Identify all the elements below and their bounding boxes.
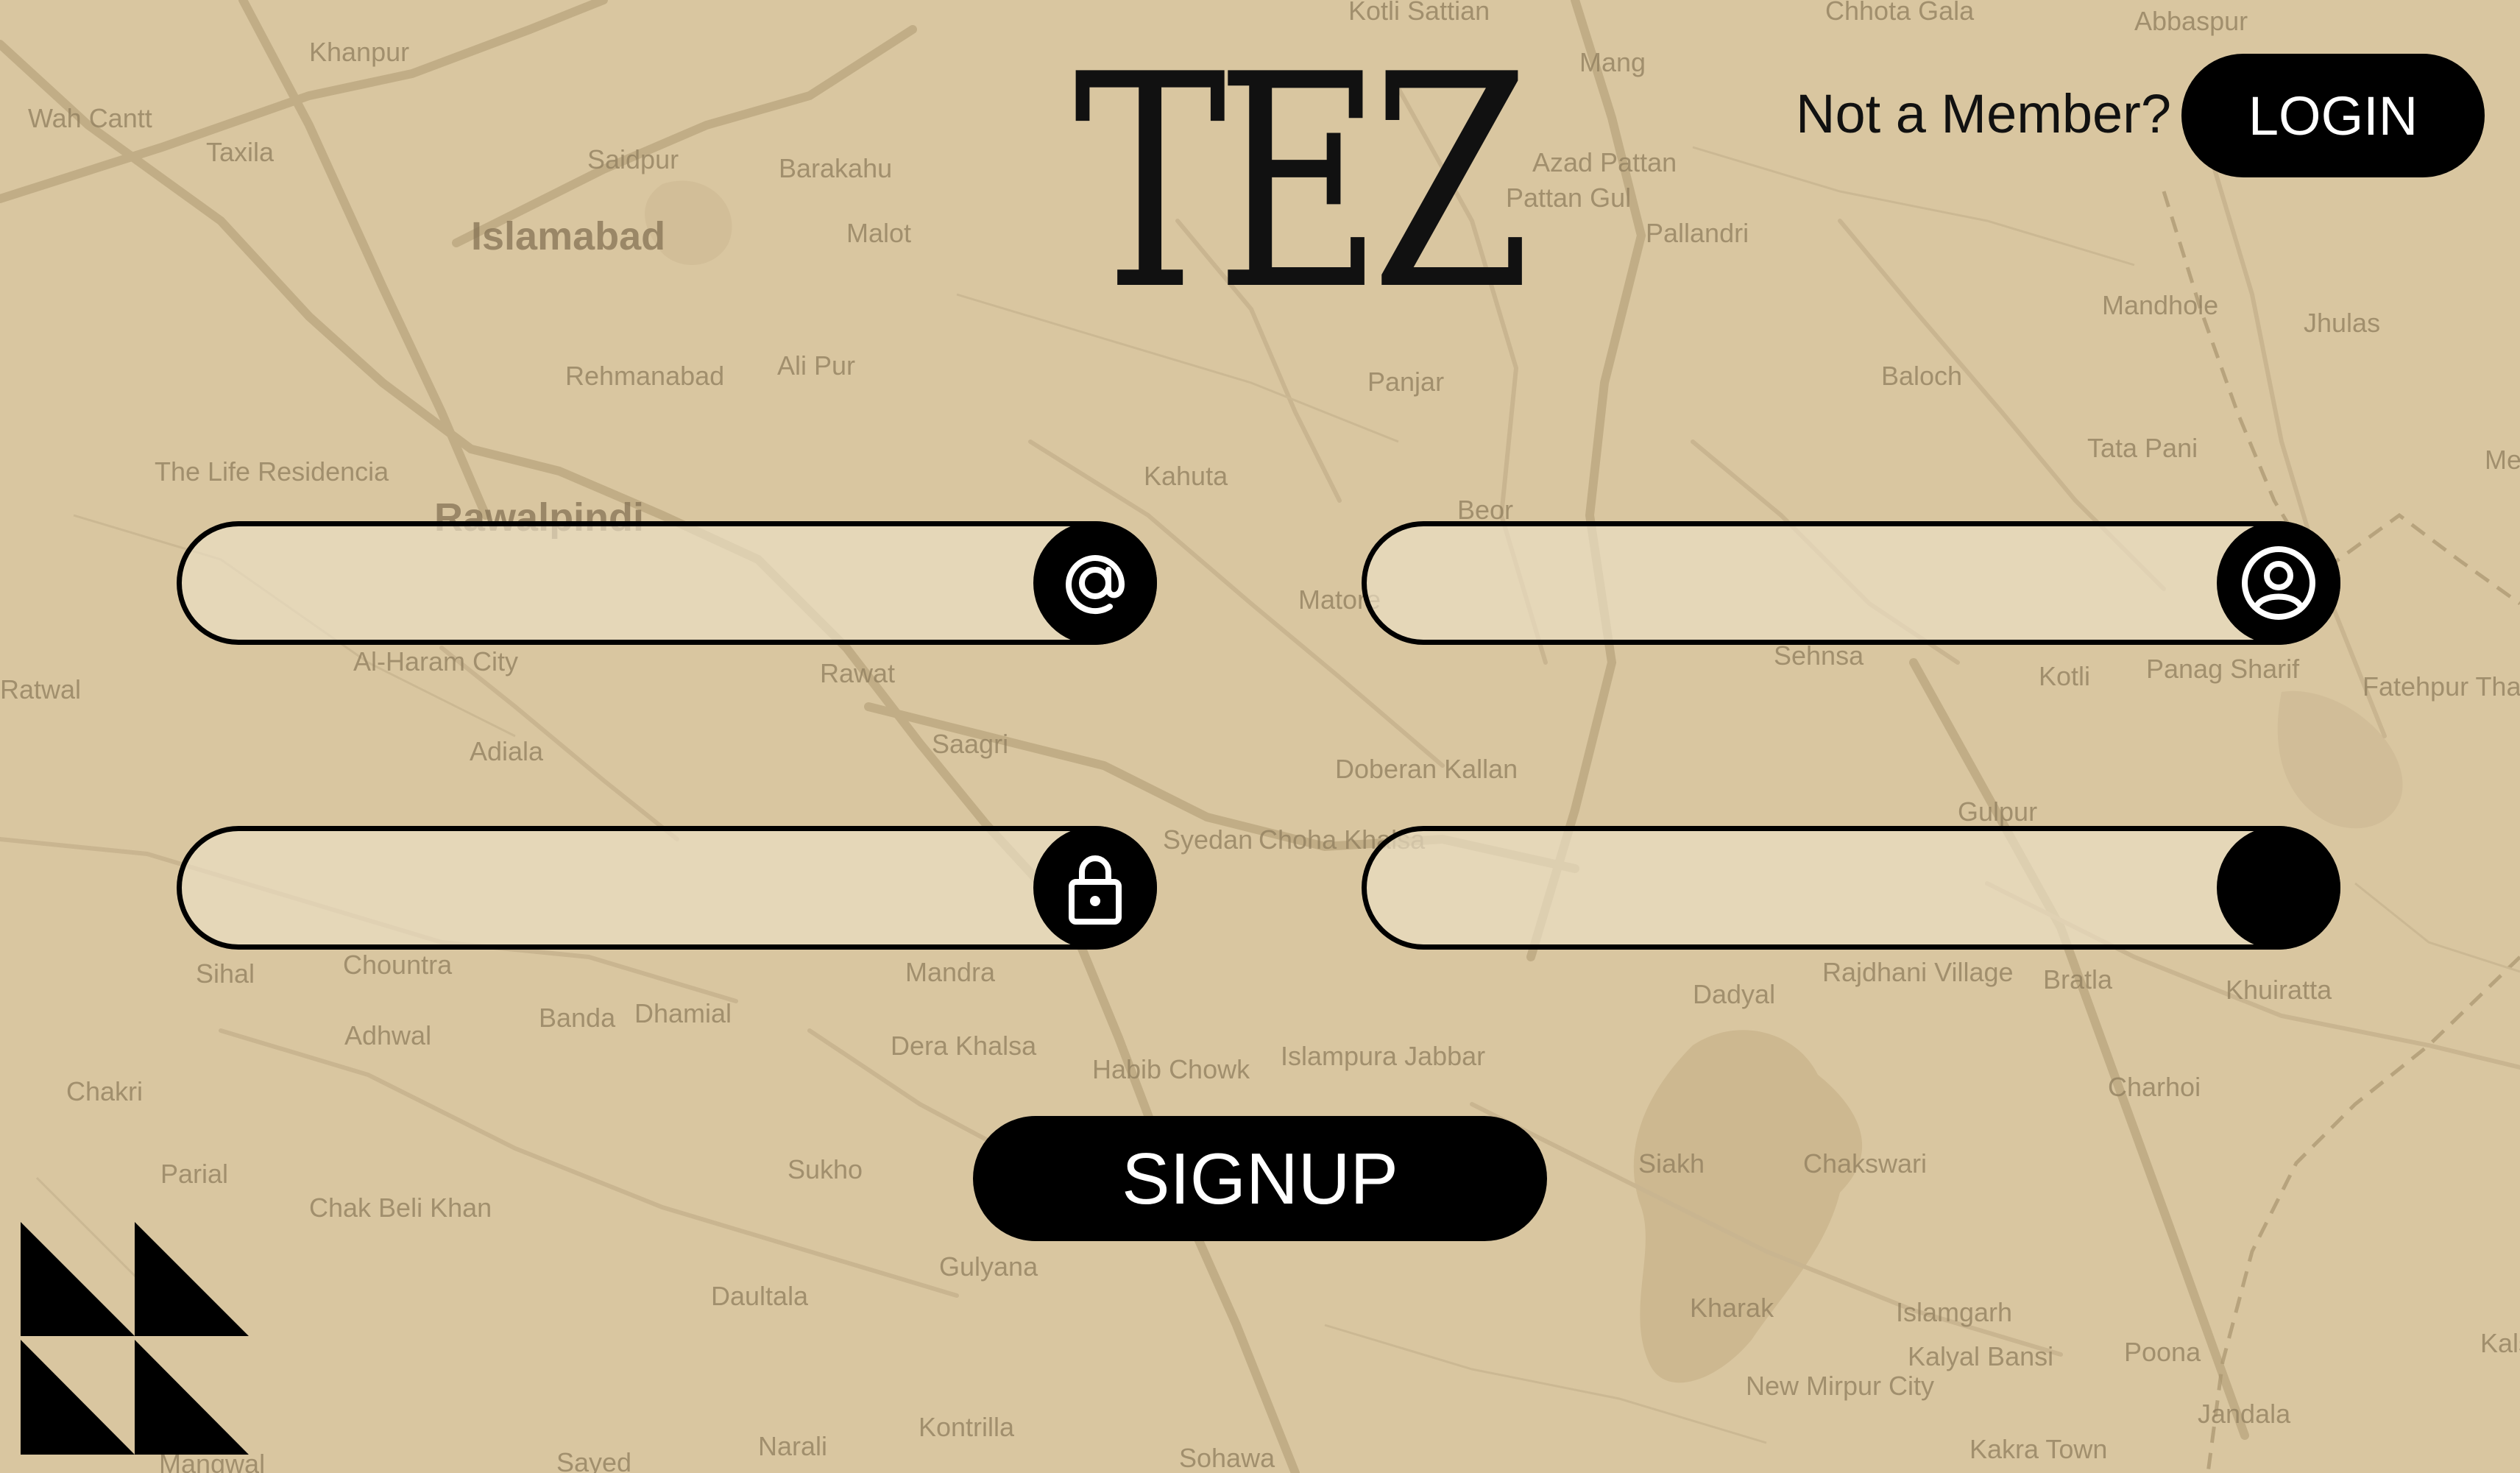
map-label: Jhulas (2304, 308, 2381, 338)
map-label: Azad Pattan (1532, 147, 1677, 177)
map-label: Chakri (66, 1076, 144, 1106)
map-label: Chountra (343, 950, 453, 980)
map-label: Khanpur (309, 37, 410, 67)
map-label: Syedan (1163, 824, 1253, 855)
map-label: Dadyal (1693, 979, 1776, 1009)
map-label: Poona (2124, 1337, 2201, 1367)
map-label: Charhoi (2108, 1072, 2201, 1102)
email-input[interactable] (226, 526, 1008, 641)
triangle-shape (135, 1222, 249, 1336)
map-label: Chak Beli Khan (309, 1193, 492, 1223)
triangle-shape (21, 1222, 135, 1336)
map-label: Wah Cantt (28, 103, 152, 133)
map-label: Fatehpur Thakiala (2362, 671, 2520, 702)
map-label: Sayed (556, 1447, 632, 1473)
map-label: Islamgarh (1896, 1297, 2013, 1327)
at-icon (1033, 521, 1157, 645)
fourth-field[interactable] (1362, 826, 2340, 950)
map-label: Pallandri (1646, 218, 1749, 248)
lock-icon (1033, 826, 1157, 950)
map-label: Banda (539, 1003, 616, 1033)
map-label: Rawat (820, 658, 896, 688)
username-field[interactable] (1362, 521, 2340, 645)
map-label: Saagri (932, 729, 1009, 759)
map-label: Sohawa (1179, 1443, 1275, 1473)
map-label: Taxila (206, 137, 275, 167)
map-label: Ratwal (0, 674, 82, 704)
triangle-shape (21, 1340, 135, 1455)
map-label: Mendhar (2485, 445, 2520, 475)
map-label: Adhwal (344, 1020, 432, 1050)
login-button[interactable]: LOGIN (2181, 54, 2485, 177)
map-label: Panag Sharif (2146, 654, 2300, 684)
map-label: Kahuta (1144, 461, 1228, 491)
map-label: Panjar (1367, 367, 1445, 397)
map-label: Jandala (2198, 1399, 2291, 1429)
triangle-shape (135, 1340, 249, 1455)
map-label: Barakahu (779, 153, 893, 183)
map-label: Gulyana (939, 1251, 1038, 1282)
brand-logo: TEZ (1073, 13, 1531, 355)
map-label: Malot (846, 218, 912, 248)
map-label: Mandhole (2102, 290, 2219, 320)
map-label: Siakh (1638, 1148, 1705, 1179)
map-label: Doberan Kallan (1335, 754, 1518, 784)
fourth-input[interactable] (1411, 831, 2191, 946)
map-label: Islampura Jabbar (1281, 1041, 1486, 1071)
member-prompt-text: Not a Member? (1796, 83, 2171, 144)
map-label: Mang (1579, 47, 1646, 77)
map-label: Bratla (2043, 964, 2113, 995)
map-label: Daultala (711, 1281, 809, 1311)
user-circle-icon (2217, 521, 2340, 645)
map-label: Sukho (788, 1154, 863, 1184)
map-label: Chhota Gala (1825, 0, 1975, 26)
map-label: Abbaspur (2134, 6, 2248, 36)
map-label: Mandra (905, 957, 996, 987)
map-label: Adiala (470, 736, 544, 766)
map-label: Gulpur (1958, 796, 2038, 827)
map-label: Rajdhani Village (1822, 957, 2014, 987)
map-label: Kharak (1690, 1293, 1774, 1323)
map-label: Kalyal Bansi (1908, 1341, 2054, 1371)
map-label: Kotli (2039, 661, 2091, 691)
map-label: Al-Haram City (353, 646, 519, 677)
map-label: Kontrilla (919, 1412, 1015, 1442)
map-label: Kakra Town (1969, 1434, 2108, 1464)
map-label: Narali (758, 1431, 828, 1461)
map-label: Sihal (196, 958, 255, 989)
map-label: Sehnsa (1774, 640, 1864, 671)
map-label: Ali Pur (777, 350, 856, 381)
username-input[interactable] (1411, 526, 2191, 641)
corner-triangles-logo (21, 1222, 249, 1455)
map-label: Habib Chowk (1092, 1054, 1250, 1084)
map-label: Chakswari (1803, 1148, 1928, 1179)
map-label: The Life Residencia (155, 456, 389, 487)
map-label: Tata Pani (2087, 433, 2198, 463)
password-input[interactable] (226, 831, 1008, 946)
password-field[interactable] (177, 826, 1157, 950)
map-label: New Mirpur City (1746, 1371, 1935, 1401)
map-label: Rehmanabad (565, 361, 725, 391)
filled-circle-icon (2217, 826, 2340, 950)
map-label: Pattan Gul (1506, 183, 1632, 213)
map-label: Dera Khalsa (891, 1031, 1037, 1061)
signup-button[interactable]: SIGNUP (973, 1116, 1547, 1241)
email-field[interactable] (177, 521, 1157, 645)
map-label: Parial (160, 1159, 229, 1189)
map-label: Khuiratta (2226, 975, 2332, 1005)
map-label: Saidpur (587, 144, 679, 174)
map-label: Islamabad (471, 214, 666, 258)
map-label: Baloch (1881, 361, 1963, 391)
map-label: Kalsian (2480, 1328, 2520, 1358)
map-label: Dhamial (634, 998, 732, 1028)
